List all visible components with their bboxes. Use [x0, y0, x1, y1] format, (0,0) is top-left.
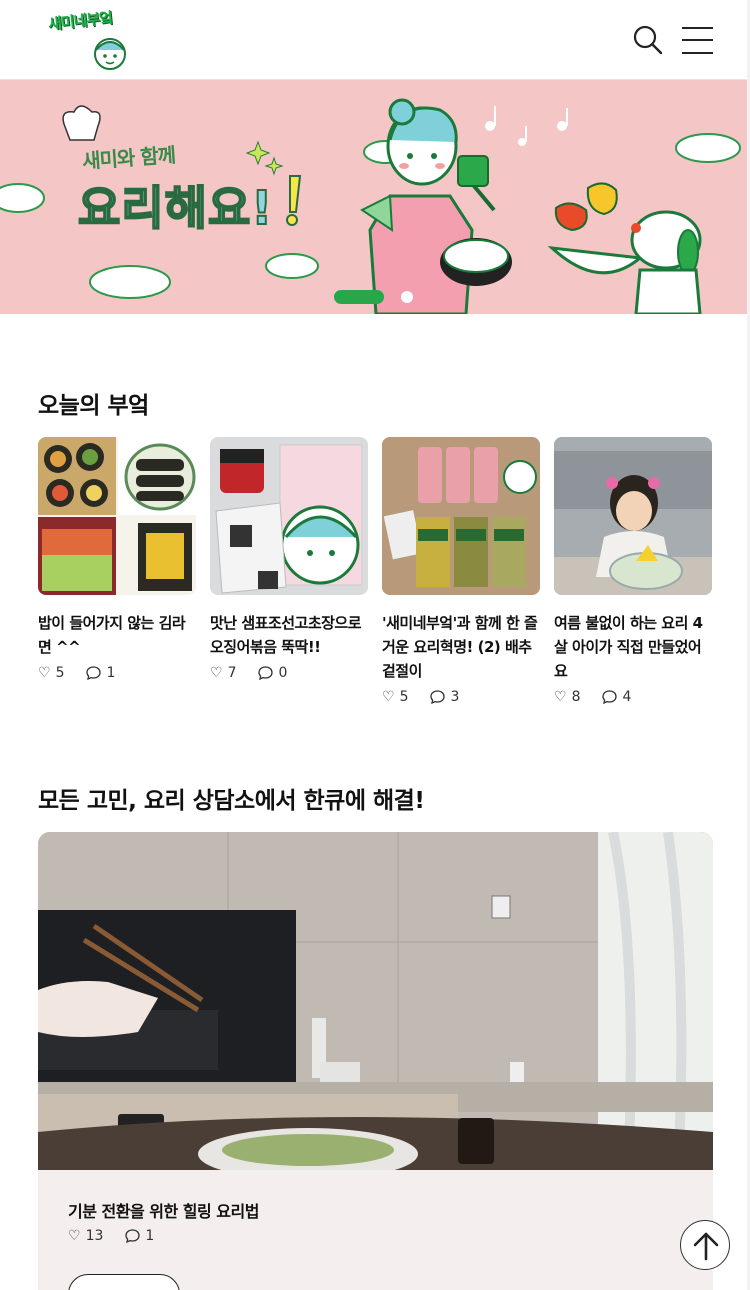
recipe-thumbnail: [554, 437, 712, 595]
like-count: 8: [571, 689, 581, 705]
recipe-card[interactable]: 밥이 들어가지 않는 김라면 ^^ ♡ 5 1: [38, 437, 196, 681]
child-cooking-photo: [554, 437, 712, 595]
featured-recipe-card[interactable]: 기분 전환을 위한 힐링 요리법 ♡ 13 1: [38, 832, 713, 1290]
featured-recipe-title: 기분 전환을 위한 힐링 요리법: [68, 1202, 259, 1221]
recipe-card-meta: ♡ 5 3: [382, 689, 540, 705]
slide-dot-active[interactable]: [334, 290, 384, 304]
slide-indicator: [334, 290, 424, 306]
search-button[interactable]: [632, 24, 664, 56]
search-icon: [633, 25, 663, 55]
recipe-thumbnail: [38, 437, 196, 595]
recipe-card-title: '새미네부엌'과 함께 한 즐거운 요리혁명! (2) 배추겉절이: [382, 614, 538, 680]
comment-icon[interactable]: [258, 666, 274, 680]
recipe-card-meta: ♡ 5 1: [38, 665, 196, 681]
sauce-packages-photo: [382, 437, 540, 595]
comment-icon[interactable]: [86, 666, 102, 680]
kimbap-photo: [38, 437, 196, 595]
logo-text: 새미네부엌: [47, 8, 113, 34]
recipe-card-title: 밥이 들어가지 않는 김라면 ^^: [38, 614, 186, 656]
recipe-card[interactable]: 여름 불없이 하는 요리 4살 아이가 직접 만들었어요 ♡ 8 4: [554, 437, 712, 705]
heart-icon[interactable]: ♡: [554, 689, 567, 705]
heart-icon[interactable]: ♡: [38, 665, 51, 681]
comment-count: 0: [278, 665, 288, 681]
recipe-card-title: 맛난 샘표조선고초장으로 오징어볶음 뚝딱!!: [210, 614, 362, 656]
recipe-card-title: 여름 불없이 하는 요리 4살 아이가 직접 만들었어요: [554, 614, 703, 680]
like-count: 13: [85, 1228, 104, 1244]
menu-line: [682, 39, 713, 41]
hamburger-menu-button[interactable]: [682, 25, 714, 55]
menu-line: [682, 52, 713, 54]
featured-recipe-meta: ♡ 13 1: [68, 1228, 176, 1244]
comment-count: 1: [106, 665, 116, 681]
pancake-video-still: [38, 832, 713, 1170]
comment-icon[interactable]: [602, 690, 618, 704]
featured-recipe-image: [38, 832, 713, 1170]
heart-icon[interactable]: ♡: [68, 1228, 81, 1244]
like-count: 5: [55, 665, 65, 681]
slide-dot[interactable]: [401, 291, 413, 303]
comment-count: 4: [622, 689, 632, 705]
banner-title: 요리해요!: [77, 180, 274, 236]
comment-count: 3: [450, 689, 460, 705]
hero-banner[interactable]: 새미와 함께 요리해요!: [0, 80, 750, 314]
view-more-button[interactable]: [68, 1274, 180, 1290]
section-title-today-kitchen: 오늘의 부엌: [38, 393, 149, 419]
logo-mascot-icon: [94, 38, 126, 70]
logo[interactable]: 새미네부엌: [46, 8, 132, 72]
recipe-thumbnail: [382, 437, 540, 595]
arrow-up-icon: [693, 1232, 719, 1261]
like-count: 5: [399, 689, 409, 705]
recipe-card-meta: ♡ 8 4: [554, 689, 712, 705]
comment-icon[interactable]: [430, 690, 446, 704]
recipe-thumbnail: [210, 437, 368, 595]
recipe-card[interactable]: '새미네부엌'과 함께 한 즐거운 요리혁명! (2) 배추겉절이 ♡ 5 3: [382, 437, 540, 705]
recipe-card[interactable]: 맛난 샘표조선고초장으로 오징어볶음 뚝딱!! ♡ 7 0: [210, 437, 368, 681]
like-count: 7: [227, 665, 237, 681]
menu-line: [682, 27, 713, 29]
heart-icon[interactable]: ♡: [210, 665, 223, 681]
comment-count: 1: [145, 1228, 155, 1244]
comment-icon[interactable]: [125, 1229, 141, 1243]
recipe-card-meta: ♡ 7 0: [210, 665, 368, 681]
section-title-consult: 모든 고민, 요리 상담소에서 한큐에 해결!: [38, 788, 425, 814]
scroll-to-top-button[interactable]: [680, 1220, 730, 1270]
gochujang-package-photo: [215, 444, 363, 594]
top-navigation-bar: 새미네부엌: [0, 0, 750, 80]
heart-icon[interactable]: ♡: [382, 689, 395, 705]
